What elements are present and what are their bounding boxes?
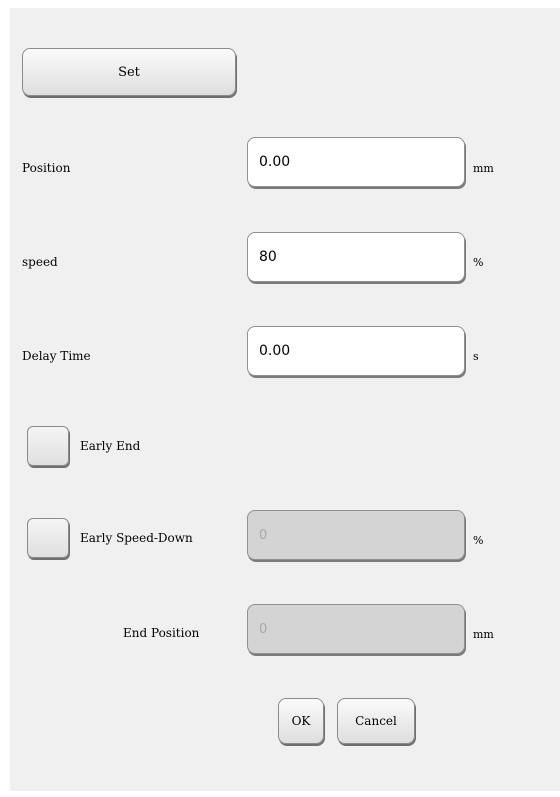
- set-button[interactable]: Set: [22, 48, 236, 96]
- speed-label: speed: [22, 255, 58, 269]
- early-speed-down-unit: %: [473, 534, 484, 547]
- early-end-checkbox[interactable]: [27, 426, 69, 466]
- cancel-button[interactable]: Cancel: [337, 698, 415, 744]
- position-unit: mm: [473, 162, 494, 175]
- position-label: Position: [22, 161, 71, 175]
- ok-button[interactable]: OK: [278, 698, 324, 744]
- end-position-label: End Position: [123, 626, 200, 640]
- early-speed-down-label: Early Speed-Down: [80, 531, 193, 545]
- delay-time-unit: s: [473, 350, 479, 363]
- settings-panel: Set Position 0.00 mm speed 80 % Delay Ti…: [10, 8, 560, 791]
- speed-unit: %: [473, 256, 484, 269]
- end-position-input[interactable]: 0: [247, 604, 465, 654]
- delay-time-label: Delay Time: [22, 349, 91, 363]
- early-speed-down-checkbox[interactable]: [27, 518, 69, 558]
- early-end-label: Early End: [80, 439, 141, 453]
- end-position-unit: mm: [473, 628, 494, 641]
- position-input[interactable]: 0.00: [247, 137, 465, 187]
- speed-input[interactable]: 80: [247, 232, 465, 282]
- early-speed-down-input[interactable]: 0: [247, 510, 465, 560]
- delay-time-input[interactable]: 0.00: [247, 326, 465, 376]
